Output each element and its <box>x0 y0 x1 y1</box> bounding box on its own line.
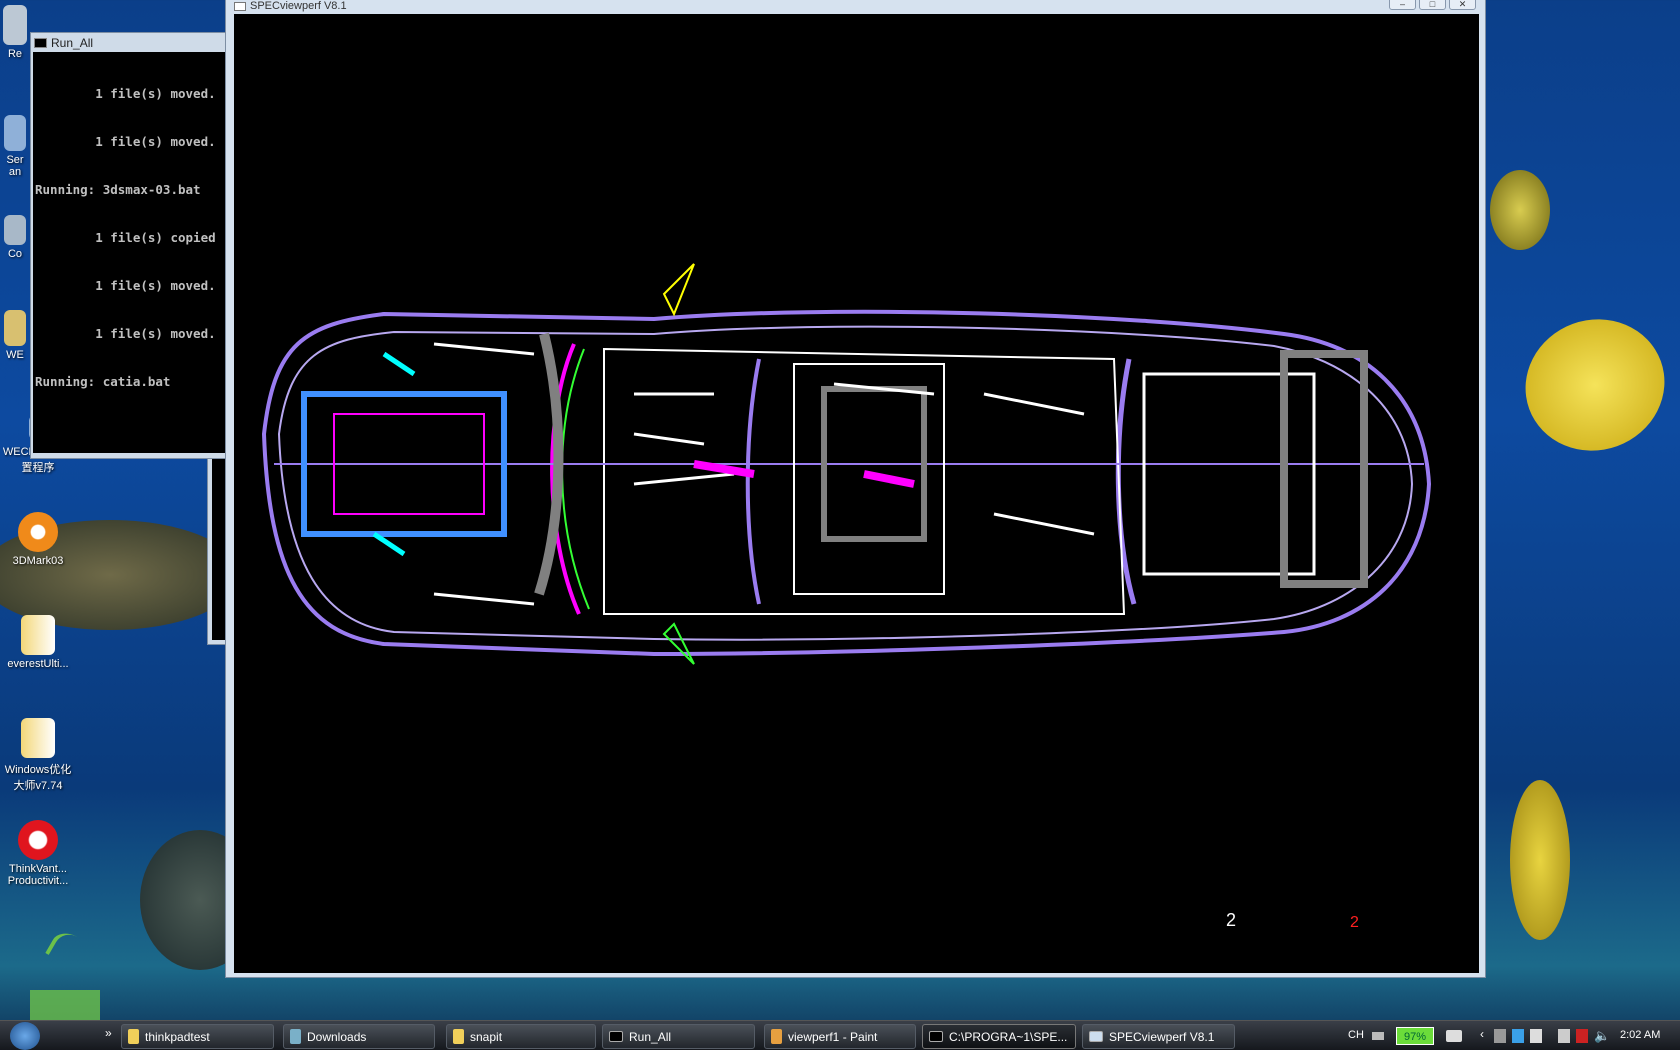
tray-expand-icon[interactable]: ‹ <box>1480 1027 1484 1041</box>
trunk <box>1280 350 1368 588</box>
taskbar-item-downloads[interactable]: Downloads <box>283 1024 435 1049</box>
power-plug-icon[interactable] <box>1446 1030 1462 1042</box>
mirror <box>662 622 695 665</box>
desktop-icon-windows-optimizer[interactable]: Windows优化大师v7.74 <box>0 718 76 793</box>
folder-icon <box>453 1029 464 1044</box>
close-button[interactable]: ✕ <box>1449 0 1476 10</box>
rear-window <box>1115 358 1137 605</box>
taskbar: » thinkpadtest Downloads snapit Run_All … <box>0 1020 1680 1050</box>
frame-counter-red: 2 <box>1350 914 1359 931</box>
console-icon <box>929 1031 943 1042</box>
clock[interactable]: 2:02 AM <box>1620 1029 1660 1041</box>
mirror <box>662 263 695 317</box>
3dmark-icon <box>18 512 58 552</box>
detail <box>372 351 416 557</box>
app-window-icon <box>234 1 246 11</box>
console-icon <box>609 1031 623 1042</box>
desktop-icon-we[interactable]: WE <box>0 310 30 361</box>
desktop-icon-thinkvantage[interactable]: ThinkVant... Productivit... <box>0 820 76 887</box>
maximize-button[interactable]: □ <box>1419 0 1446 10</box>
taskbar-item-specviewperf[interactable]: SPECviewperf V8.1 <box>1082 1024 1235 1049</box>
desktop-icon-everest[interactable]: everestUlti... <box>0 615 76 670</box>
console-title-bar[interactable]: Run_All <box>31 33 225 52</box>
folder-icon <box>290 1029 301 1044</box>
network-error-icon[interactable] <box>1576 1029 1588 1043</box>
desktop-icon-ser[interactable]: Ser an <box>0 115 30 178</box>
tray-app-icon[interactable] <box>1512 1029 1524 1043</box>
console-output[interactable]: 1 file(s) moved. 1 file(s) moved. Runnin… <box>33 52 225 453</box>
taskbar-item-snapit[interactable]: snapit <box>446 1024 596 1049</box>
b-pillar <box>745 358 761 605</box>
speedometer-icon <box>18 820 58 860</box>
folder-icon <box>21 718 55 758</box>
folder-icon <box>128 1029 139 1044</box>
wallpaper-fish <box>1490 170 1550 250</box>
tray-app-icon[interactable] <box>1494 1029 1506 1043</box>
taskbar-item-paint[interactable]: viewperf1 - Paint <box>764 1024 916 1049</box>
window-title-bar[interactable]: SPECviewperf V8.1 <box>234 0 347 12</box>
windshield <box>561 348 590 610</box>
network-icon[interactable] <box>1558 1029 1570 1043</box>
frame-counter-white: 2 <box>1226 910 1237 930</box>
render-viewport[interactable]: 2 2 <box>234 14 1479 973</box>
quick-launch-chevron[interactable]: » <box>105 1026 112 1040</box>
folder-icon <box>21 615 55 655</box>
flyxy-logo <box>10 927 120 1025</box>
minimize-button[interactable]: – <box>1389 0 1416 10</box>
keyboard-icon[interactable] <box>1372 1032 1384 1040</box>
taskbar-item-console-progra[interactable]: C:\PROGRA~1\SPE... <box>922 1024 1076 1049</box>
battery-indicator[interactable]: 97% <box>1396 1027 1434 1045</box>
car-wireframe-render <box>261 263 1432 665</box>
wallpaper-fish <box>1510 780 1570 940</box>
desktop-icon-recycle-bin[interactable]: Re <box>0 5 30 60</box>
tray-app-icon[interactable] <box>1530 1029 1542 1043</box>
trunk <box>1142 372 1316 576</box>
app-window-icon <box>1089 1031 1103 1042</box>
desktop-icon-3dmark03[interactable]: 3DMark03 <box>0 512 76 567</box>
run-all-console-window[interactable]: Run_All 1 file(s) moved. 1 file(s) moved… <box>30 32 226 459</box>
console-icon <box>34 37 47 48</box>
volume-icon[interactable]: 🔈 <box>1594 1028 1610 1044</box>
detail <box>433 342 1095 606</box>
start-button[interactable] <box>10 1022 40 1050</box>
specviewperf-window[interactable]: SPECviewperf V8.1 – □ ✕ 2 2 <box>225 0 1486 978</box>
taskbar-item-thinkpadtest[interactable]: thinkpadtest <box>121 1024 274 1049</box>
language-indicator[interactable]: CH <box>1348 1029 1364 1041</box>
desktop-icon-computer[interactable]: Co <box>0 215 30 260</box>
wallpaper-fish <box>1506 299 1680 471</box>
taskbar-item-run-all[interactable]: Run_All <box>602 1024 755 1049</box>
paint-icon <box>771 1029 782 1044</box>
